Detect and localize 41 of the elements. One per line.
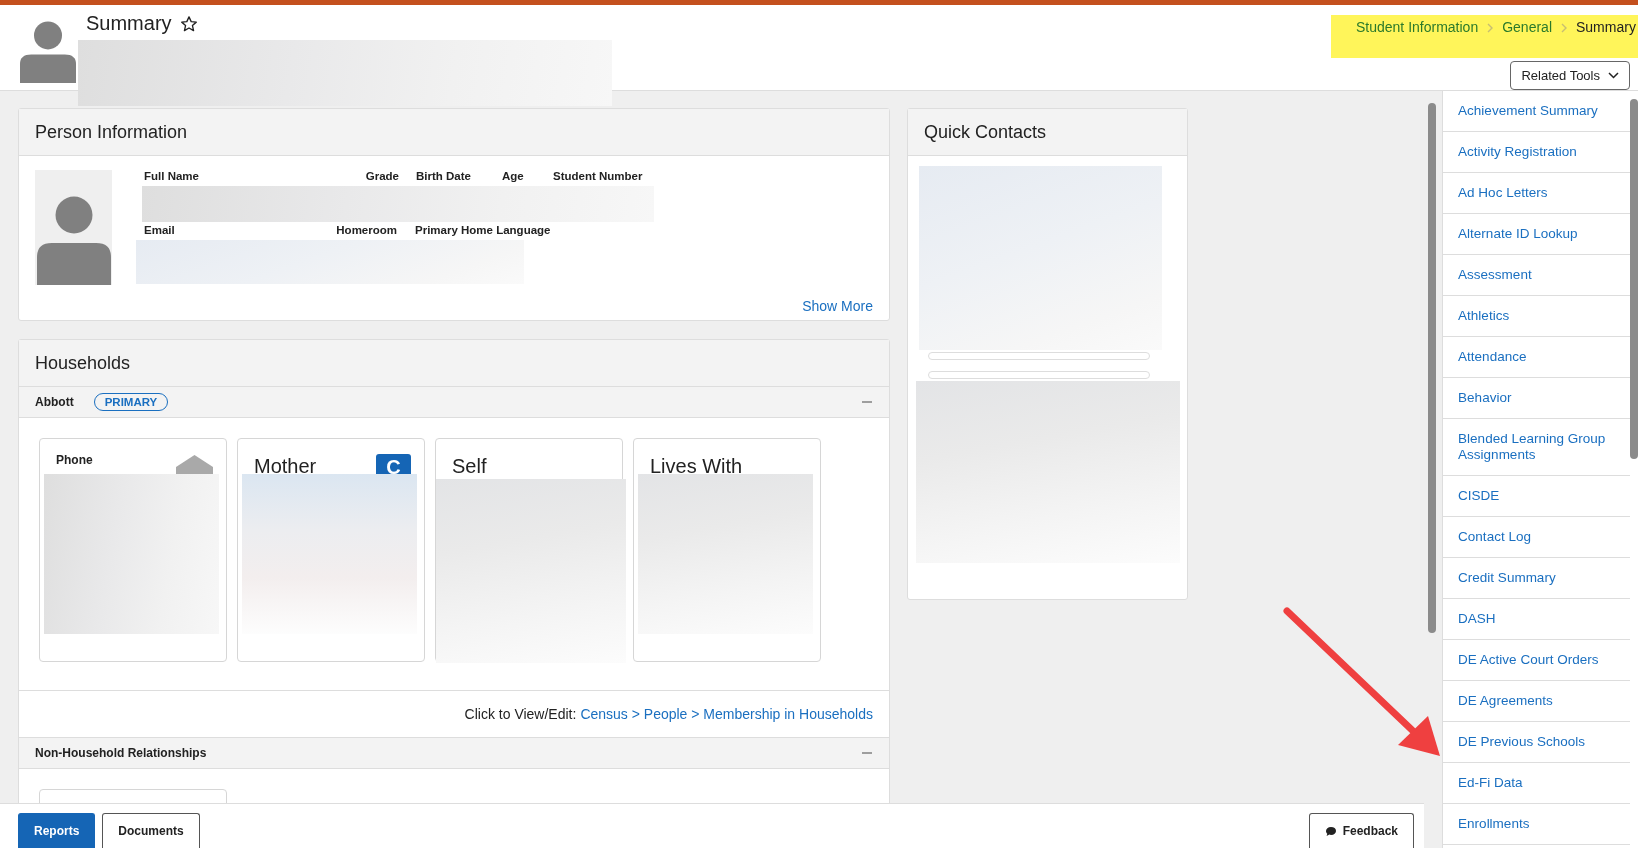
card-title: Households: [35, 352, 131, 374]
related-tool-link[interactable]: CISDE: [1443, 476, 1631, 517]
household-member-card[interactable]: Self: [435, 438, 623, 662]
card-title: Person Information: [35, 121, 188, 143]
page-title: Summary: [86, 12, 172, 35]
field-label: Birth Date: [415, 170, 472, 182]
breadcrumb-item[interactable]: Student Information: [1356, 19, 1479, 35]
household-member-card[interactable]: Lives With: [633, 438, 821, 662]
footer-label: Click to View/Edit:: [464, 706, 577, 722]
household-member-card[interactable]: Phone: [39, 438, 227, 662]
feedback-button[interactable]: Feedback: [1308, 813, 1414, 848]
field-label: Full Name: [144, 170, 200, 182]
field-label: Primary Home Language: [414, 224, 551, 236]
related-tool-link[interactable]: Credit Summary: [1443, 558, 1631, 599]
related-tool-link[interactable]: DE Previous Schools: [1443, 722, 1631, 763]
tab-button[interactable]: Reports: [18, 813, 96, 848]
household-member-card[interactable]: Mother C: [237, 438, 425, 662]
related-tool-link[interactable]: Ed-Fi Data: [1443, 763, 1631, 804]
related-tool-link[interactable]: Contact Log: [1443, 517, 1631, 558]
field-label: Grade: [364, 170, 399, 182]
breadcrumb-item: Summary: [1576, 19, 1636, 35]
section-title: Non-Household Relationships: [35, 746, 207, 760]
card-title: Lives With: [650, 455, 743, 478]
related-tool-link[interactable]: DE Active Court Orders: [1443, 640, 1631, 681]
related-tool-link[interactable]: Enrollments: [1443, 804, 1631, 845]
card-title: Quick Contacts: [924, 121, 1047, 143]
card-label: Phone: [56, 453, 93, 467]
related-tool-link[interactable]: DASH: [1443, 599, 1631, 640]
related-tool-link[interactable]: DE Agreements: [1443, 681, 1631, 722]
membership-link[interactable]: Census > People > Membership in Households: [580, 706, 873, 722]
field-label: Email: [144, 224, 176, 236]
card-title: Self: [452, 455, 487, 478]
field-label: Homeroom: [335, 224, 397, 236]
household-name: Abbott: [35, 395, 74, 409]
tab-button[interactable]: Documents: [102, 813, 200, 848]
breadcrumb-item[interactable]: General: [1502, 19, 1552, 35]
show-more-link[interactable]: Show More: [802, 298, 873, 314]
field-label: Age: [502, 170, 525, 182]
card-title: Mother: [254, 455, 317, 478]
field-label: Student Number: [553, 170, 643, 182]
related-tools-button[interactable]: Related Tools: [1510, 61, 1630, 90]
